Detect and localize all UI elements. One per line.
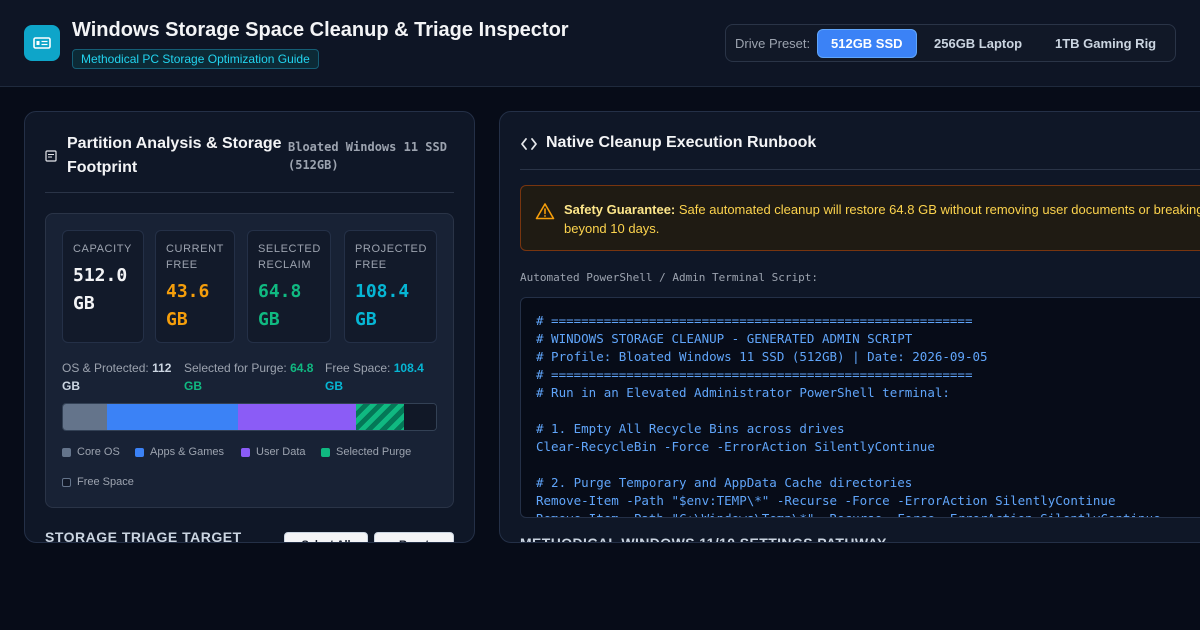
settings-pathway-title: METHODICAL WINDOWS 11/10 SETTINGS PATHWA… [520,535,887,543]
reset-button[interactable]: Reset [374,532,454,542]
storage-usage-bar [62,403,437,431]
drive-preset-selector: Drive Preset: 512GB SSD 256GB Laptop 1TB… [725,24,1176,62]
warning-message: Safety Guarantee: Safe automated cleanup… [564,200,1200,238]
code-icon [520,135,538,158]
stat-current-free: CURRENT FREE 43.6 GB [155,230,235,343]
usage-segment-apps-games [107,404,238,430]
legend-swatch [321,447,330,457]
purge-summary: Selected for Purge: 64.8 GB [184,359,319,395]
code-line: # WINDOWS STORAGE CLEANUP - GENERATED AD… [536,331,913,346]
legend-swatch [62,477,71,487]
panel-title: Partition Analysis & Storage Footprint [67,135,282,176]
storage-summary-card: CAPACITY 512.0 GB CURRENT FREE 43.6 GB S… [45,213,454,508]
page-title: Windows Storage Space Cleanup & Triage I… [72,19,569,41]
legend-core-os: Core OS [62,446,120,458]
legend-swatch [241,447,250,457]
legend-label: User Data [256,446,306,458]
usage-segment-user-data [237,404,357,430]
code-line: # ======================================… [536,313,973,328]
legend-user-data: User Data [241,446,306,458]
os-protected-summary: OS & Protected: 112 GB [62,359,177,395]
divider [520,169,1200,170]
warning-strong: Safety Guarantee: [564,202,676,217]
code-line: # ======================================… [536,367,973,382]
usage-segment-core-os [63,404,107,430]
drive-icon [24,25,60,61]
stat-label: CURRENT FREE [166,243,224,271]
profile-name: Bloated Windows 11 SSD (512GB) [288,140,447,172]
usage-segment-selected-purge [356,404,404,430]
page-background [0,543,1200,630]
triage-section-title: STORAGE TRIAGE TARGET [45,529,242,543]
free-label: Free Space: [325,361,391,375]
code-line: # Run in an Elevated Administrator Power… [536,385,950,400]
stat-label: PROJECTED FREE [355,243,428,271]
stat-label: SELECTED RECLAIM [258,243,321,271]
legend-label: Apps & Games [150,446,224,458]
stat-projected-free: PROJECTED FREE 108.4 GB [344,230,437,343]
partition-analysis-panel: Partition Analysis & Storage Footprint B… [24,111,475,543]
legend-free-space: Free Space [62,476,134,488]
app-header: Windows Storage Space Cleanup & Triage I… [0,0,1200,87]
stat-value: 512.0 GB [73,265,128,314]
code-line: # 2. Purge Temporary and AppData Cache d… [536,475,913,490]
purge-label: Selected for Purge: [184,361,287,375]
legend-label: Core OS [77,446,120,458]
preset-label: Drive Preset: [735,36,811,51]
powershell-script-block[interactable]: # ======================================… [520,297,1200,518]
code-line: Remove-Item -Path "C:\Windows\Temp\*" -R… [536,510,1200,517]
legend-swatch [135,447,144,457]
preset-256gb-laptop-button[interactable]: 256GB Laptop [921,29,1035,58]
legend-selected-purge: Selected Purge [321,446,411,458]
select-all-button[interactable]: Select All [284,532,368,542]
cleanup-runbook-panel: Native Cleanup Execution Runbook Safety … [499,111,1200,543]
stat-value: 108.4 GB [355,281,410,330]
legend-label: Selected Purge [336,446,412,458]
legend-apps-games: Apps & Games [135,446,224,458]
code-line: # Profile: Bloated Windows 11 SSD (512GB… [536,349,988,364]
safety-guarantee-alert: Safety Guarantee: Safe automated cleanup… [520,185,1200,251]
code-line: Remove-Item -Path "$env:TEMP\*" -Recurse… [536,493,1116,508]
script-label: Automated PowerShell / Admin Terminal Sc… [520,271,819,284]
panel-title: Native Cleanup Execution Runbook [546,134,817,151]
warning-icon [535,202,555,225]
free-space-summary: Free Space: 108.4 GB [325,359,435,395]
stat-value: 64.8 GB [258,281,302,330]
preset-512gb-ssd-button[interactable]: 512GB SSD [817,29,917,58]
stat-selected-reclaim: SELECTED RECLAIM 64.8 GB [247,230,331,343]
usage-segment-free-space [403,404,436,430]
legend-swatch [62,447,71,457]
preset-1tb-gaming-button[interactable]: 1TB Gaming Rig [1042,29,1169,58]
stat-label: CAPACITY [73,243,132,255]
legend-label: Free Space [77,476,134,488]
subtitle-badge: Methodical PC Storage Optimization Guide [72,49,319,69]
stat-capacity: CAPACITY 512.0 GB [62,230,144,343]
os-label: OS & Protected: [62,361,149,375]
code-line: Clear-RecycleBin -Force -ErrorAction Sil… [536,439,935,454]
divider [45,192,454,193]
code-line: # 1. Empty All Recycle Bins across drive… [536,421,845,436]
stat-value: 43.6 GB [166,281,210,330]
document-icon [45,149,57,167]
